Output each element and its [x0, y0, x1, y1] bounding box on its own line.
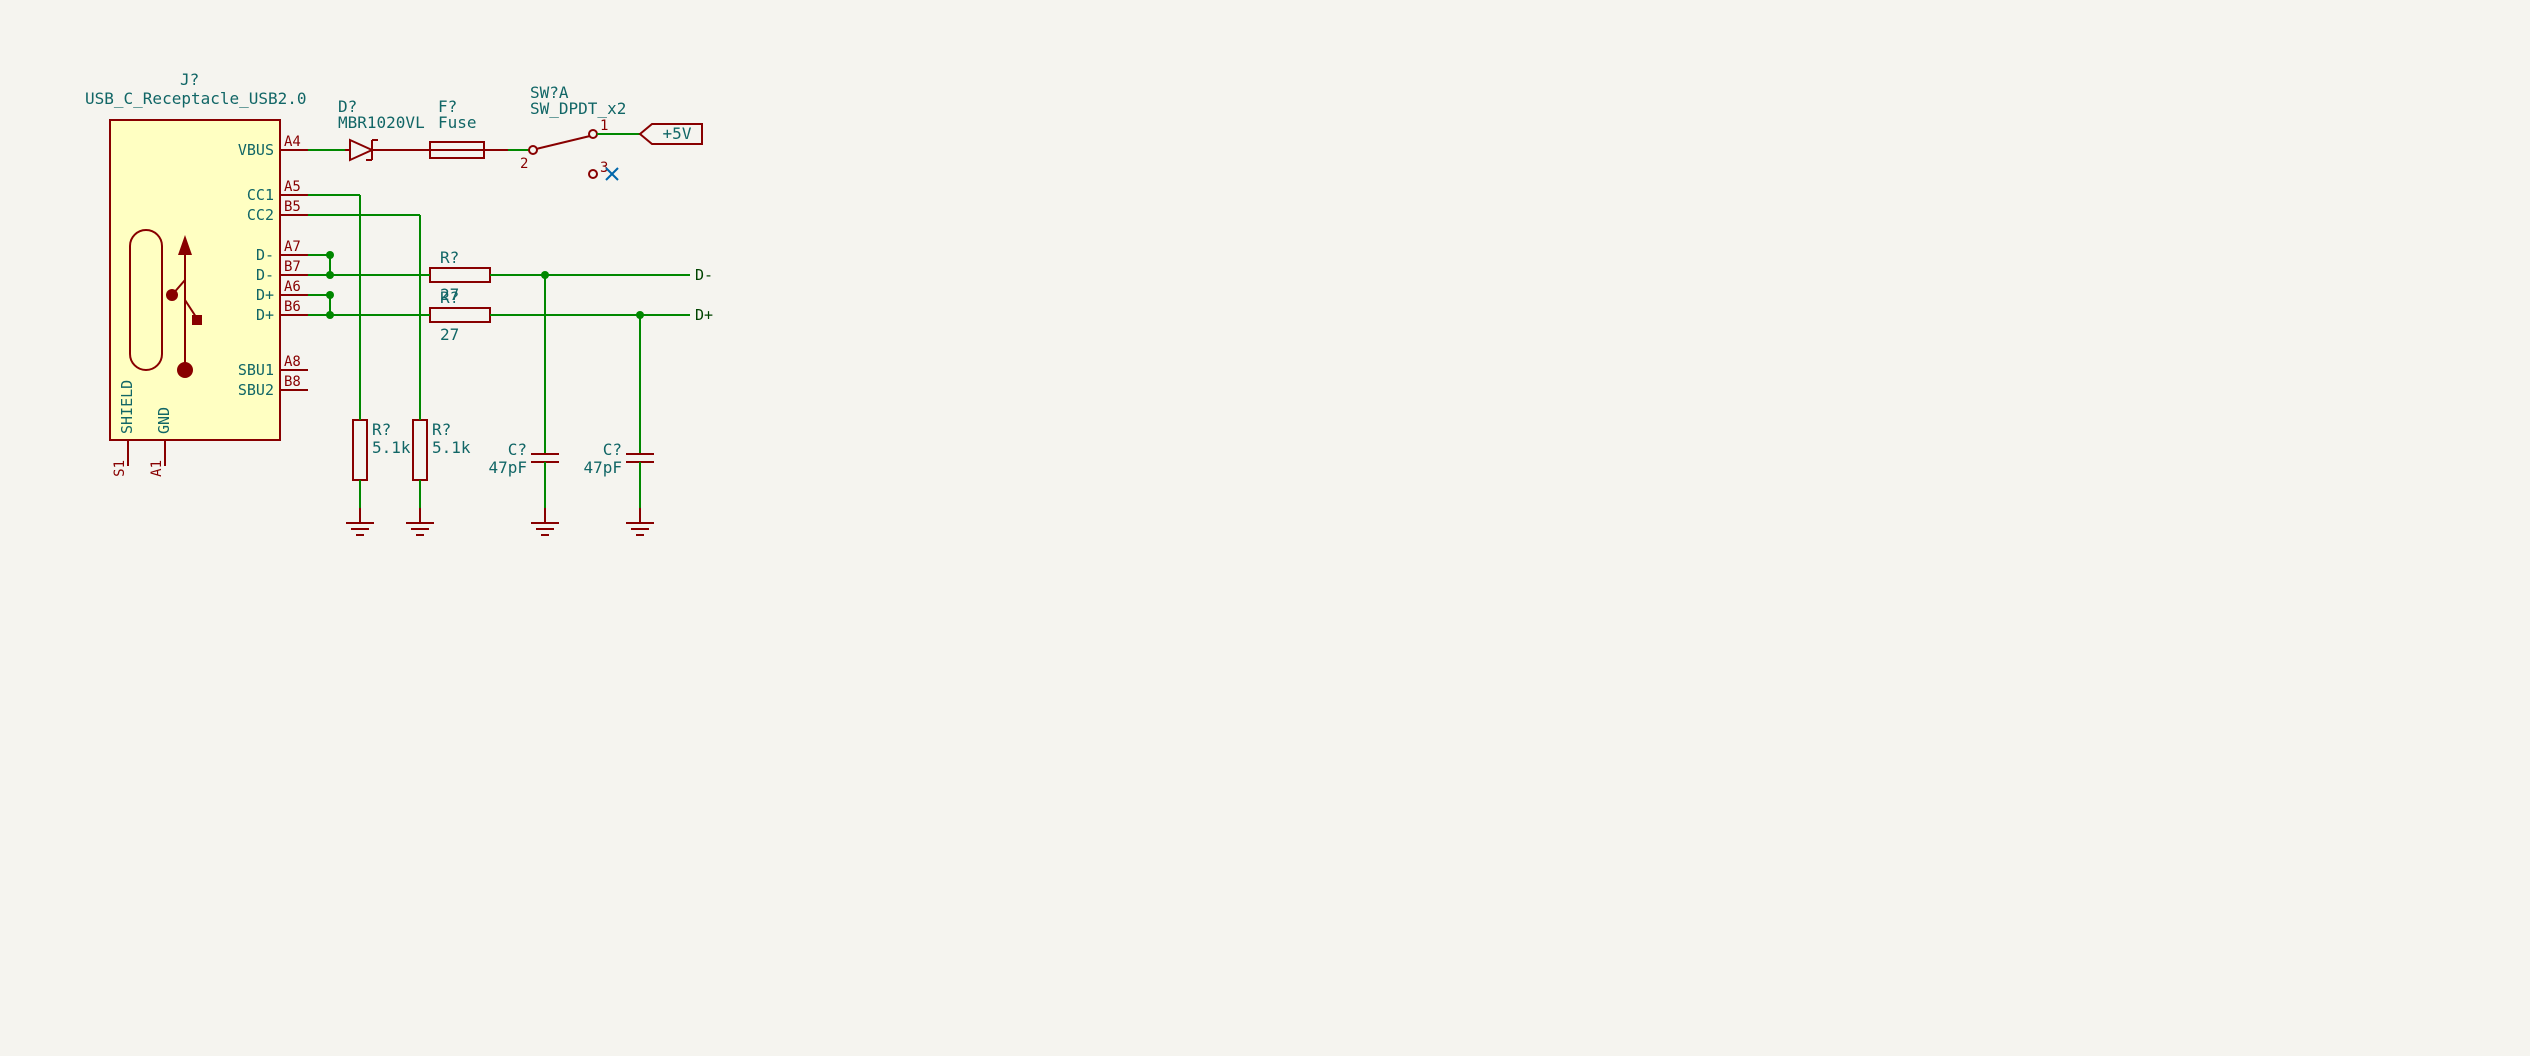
svg-text:47pF: 47pF: [583, 458, 622, 477]
svg-text:Fuse: Fuse: [438, 113, 477, 132]
svg-text:R?: R?: [432, 420, 451, 439]
svg-text:+5V: +5V: [663, 124, 692, 143]
svg-text:D-: D-: [256, 246, 274, 264]
svg-text:R?: R?: [372, 420, 391, 439]
svg-text:SBU2: SBU2: [238, 381, 274, 399]
svg-text:USB_C_Receptacle_USB2.0: USB_C_Receptacle_USB2.0: [85, 89, 307, 108]
svg-text:5.1k: 5.1k: [372, 438, 411, 457]
svg-text:B5: B5: [284, 199, 301, 215]
svg-text:R?: R?: [440, 288, 459, 307]
svg-text:5.1k: 5.1k: [432, 438, 471, 457]
svg-text:VBUS: VBUS: [238, 141, 274, 159]
svg-text:B7: B7: [284, 259, 301, 275]
svg-text:C?: C?: [603, 440, 622, 459]
svg-text:D+: D+: [256, 286, 274, 304]
svg-text:CC2: CC2: [247, 206, 274, 224]
svg-text:D-: D-: [695, 266, 713, 284]
svg-text:D+: D+: [695, 306, 713, 324]
svg-text:A8: A8: [284, 354, 301, 370]
svg-text:47pF: 47pF: [488, 458, 527, 477]
svg-text:SHIELD: SHIELD: [118, 380, 136, 434]
svg-text:R?: R?: [440, 248, 459, 267]
svg-text:SBU1: SBU1: [238, 361, 274, 379]
svg-text:D+: D+: [256, 306, 274, 324]
svg-text:A6: A6: [284, 279, 301, 295]
svg-text:C?: C?: [508, 440, 527, 459]
svg-text:CC1: CC1: [247, 186, 274, 204]
schematic-canvas: J?USB_C_Receptacle_USB2.0 A4 VBUS A5 CC1 B5 CC…: [0, 0, 2530, 1056]
svg-text:27: 27: [440, 325, 459, 344]
svg-text:J?: J?: [180, 70, 199, 89]
svg-text:A5: A5: [284, 179, 301, 195]
svg-text:SW_DPDT_x2: SW_DPDT_x2: [530, 99, 626, 118]
svg-text:2: 2: [520, 156, 528, 172]
svg-text:1: 1: [600, 118, 608, 134]
svg-text:B6: B6: [284, 299, 301, 315]
svg-text:A7: A7: [284, 239, 301, 255]
svg-text:D-: D-: [256, 266, 274, 284]
svg-text:B8: B8: [284, 374, 301, 390]
svg-text:S1: S1: [112, 460, 128, 477]
svg-text:A4: A4: [284, 134, 301, 150]
svg-text:A1: A1: [149, 460, 165, 477]
svg-text:GND: GND: [155, 407, 173, 434]
svg-text:MBR1020VL: MBR1020VL: [338, 113, 425, 132]
